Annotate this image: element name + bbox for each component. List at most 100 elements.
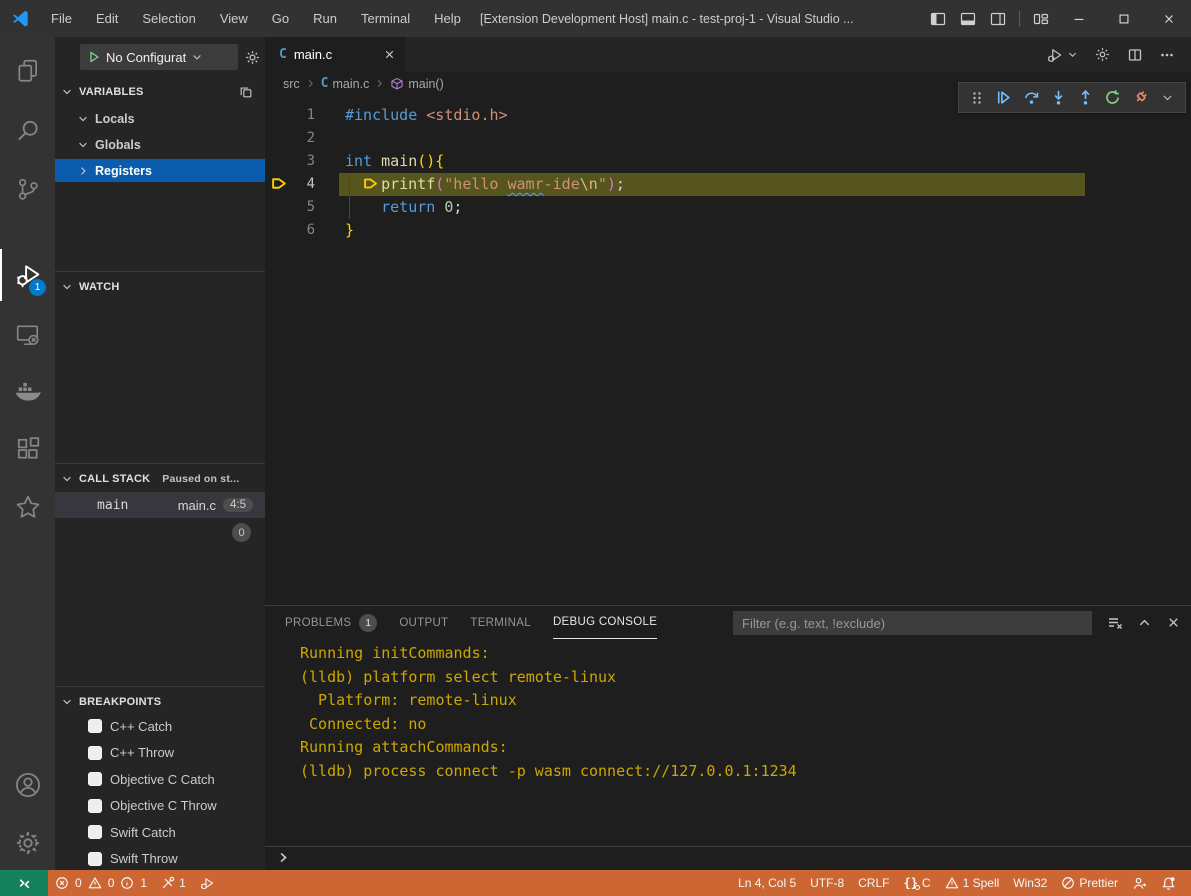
breakpoint-checkbox[interactable] bbox=[88, 799, 102, 813]
settings-gear-icon[interactable] bbox=[0, 817, 55, 869]
variables-group-registers[interactable]: Registers bbox=[55, 159, 265, 182]
tools-status[interactable]: 1 bbox=[154, 870, 193, 896]
maximize-button[interactable] bbox=[1101, 0, 1146, 37]
toggle-sidebar-icon[interactable] bbox=[923, 5, 953, 33]
menu-view[interactable]: View bbox=[211, 7, 257, 30]
menu-edit[interactable]: Edit bbox=[87, 7, 127, 30]
line-number[interactable]: 2 bbox=[265, 127, 315, 150]
breakpoint-row[interactable]: Objective C Catch bbox=[55, 767, 265, 791]
debug-settings-gear-icon[interactable] bbox=[244, 49, 261, 66]
restart-icon[interactable] bbox=[1102, 87, 1124, 109]
breakpoint-row[interactable]: Objective C Throw bbox=[55, 794, 265, 818]
code-line-4[interactable]: 4 printf("hello wamr-ide\n"); bbox=[265, 173, 1191, 196]
variables-section-header[interactable]: VARIABLES bbox=[55, 81, 265, 103]
breadcrumb-file[interactable]: main.c bbox=[333, 77, 370, 91]
notifications-bell-icon[interactable] bbox=[1154, 870, 1183, 896]
search-icon[interactable] bbox=[0, 105, 55, 157]
code-line-6[interactable]: 6} bbox=[265, 219, 1191, 242]
tab-terminal[interactable]: TERMINAL bbox=[470, 606, 531, 639]
code-editor[interactable]: 1#include <stdio.h>23int main(){4 printf… bbox=[265, 95, 1191, 605]
tab-debug-console[interactable]: DEBUG CONSOLE bbox=[553, 606, 657, 639]
cursor-position[interactable]: Ln 4, Col 5 bbox=[731, 870, 803, 896]
debug-status-icon[interactable] bbox=[193, 870, 222, 896]
breakpoint-checkbox[interactable] bbox=[88, 746, 102, 760]
platform-target[interactable]: Win32 bbox=[1006, 870, 1054, 896]
breakpoint-row[interactable]: Swift Throw bbox=[55, 847, 265, 871]
breakpoint-checkbox[interactable] bbox=[88, 719, 102, 733]
stack-frame-row[interactable]: main main.c 4:5 bbox=[55, 492, 265, 518]
toolbar-drag-handle[interactable] bbox=[966, 87, 988, 109]
menu-file[interactable]: File bbox=[42, 7, 81, 30]
tab-close-icon[interactable] bbox=[383, 48, 396, 61]
remote-indicator[interactable] bbox=[0, 870, 48, 896]
chevron-down-icon[interactable] bbox=[1156, 87, 1178, 109]
spell-checker-status[interactable]: 1 Spell bbox=[938, 870, 1007, 896]
breakpoint-row[interactable]: C++ Catch bbox=[55, 714, 265, 738]
menu-help[interactable]: Help bbox=[425, 7, 470, 30]
close-window-button[interactable] bbox=[1146, 0, 1191, 37]
copy-icon[interactable] bbox=[239, 85, 253, 99]
variables-group-globals[interactable]: Globals bbox=[55, 133, 265, 156]
line-number[interactable]: 1 bbox=[265, 104, 315, 127]
step-into-icon[interactable] bbox=[1047, 87, 1069, 109]
problems-status[interactable]: 0 0 1 bbox=[48, 870, 154, 896]
accounts-icon[interactable] bbox=[0, 759, 55, 811]
clear-console-icon[interactable] bbox=[1107, 615, 1123, 631]
menu-selection[interactable]: Selection bbox=[133, 7, 204, 30]
run-or-debug-button[interactable] bbox=[1046, 46, 1078, 64]
toggle-secondary-sidebar-icon[interactable] bbox=[983, 5, 1013, 33]
eol-indicator[interactable]: CRLF bbox=[851, 870, 896, 896]
docker-icon[interactable] bbox=[0, 365, 55, 417]
split-editor-icon[interactable] bbox=[1127, 47, 1143, 63]
disconnect-icon[interactable] bbox=[1129, 87, 1151, 109]
breakpoint-checkbox[interactable] bbox=[88, 852, 102, 866]
breakpoint-row[interactable]: C++ Throw bbox=[55, 741, 265, 765]
watch-section-header[interactable]: WATCH bbox=[55, 271, 265, 298]
step-out-icon[interactable] bbox=[1075, 87, 1097, 109]
remote-explorer-icon[interactable] bbox=[0, 309, 55, 361]
continue-icon[interactable] bbox=[993, 87, 1015, 109]
tab-output[interactable]: OUTPUT bbox=[399, 606, 448, 639]
line-number[interactable]: 5 bbox=[265, 196, 315, 219]
debug-console-input[interactable] bbox=[265, 846, 1191, 868]
line-number[interactable]: 4 bbox=[265, 173, 315, 196]
tab-main-c[interactable]: C main.c bbox=[265, 37, 406, 72]
breakpoints-section-header[interactable]: BREAKPOINTS bbox=[55, 686, 265, 713]
feedback-icon[interactable] bbox=[1125, 870, 1154, 896]
menu-go[interactable]: Go bbox=[263, 7, 298, 30]
formatter-status[interactable]: Prettier bbox=[1054, 870, 1125, 896]
customize-layout-icon[interactable] bbox=[1026, 5, 1056, 33]
tab-problems[interactable]: PROBLEMS 1 bbox=[285, 606, 377, 639]
code-line-2[interactable]: 2 bbox=[265, 127, 1191, 150]
run-and-debug-icon[interactable]: 1 bbox=[0, 249, 55, 301]
console-filter-input[interactable] bbox=[733, 611, 1092, 635]
menu-terminal[interactable]: Terminal bbox=[352, 7, 419, 30]
star-extension-icon[interactable] bbox=[0, 481, 55, 533]
breadcrumb-symbol[interactable]: main() bbox=[408, 77, 443, 91]
maximize-panel-icon[interactable] bbox=[1137, 615, 1152, 630]
variables-group-locals[interactable]: Locals bbox=[55, 107, 265, 130]
code-line-3[interactable]: 3int main(){ bbox=[265, 150, 1191, 173]
language-mode[interactable]: {} C bbox=[896, 870, 937, 896]
breakpoint-checkbox[interactable] bbox=[88, 772, 102, 786]
toggle-panel-icon[interactable] bbox=[953, 5, 983, 33]
gear-icon[interactable] bbox=[1094, 46, 1111, 63]
call-stack-section-header[interactable]: CALL STACK Paused on st... bbox=[55, 463, 265, 490]
line-number[interactable]: 3 bbox=[265, 150, 315, 173]
breadcrumb-folder[interactable]: src bbox=[283, 77, 300, 91]
breakpoint-checkbox[interactable] bbox=[88, 825, 102, 839]
code-line-5[interactable]: 5 return 0; bbox=[265, 196, 1191, 219]
extensions-icon[interactable] bbox=[0, 423, 55, 475]
breakpoint-row[interactable]: Swift Catch bbox=[55, 820, 265, 844]
explorer-icon[interactable] bbox=[0, 45, 55, 97]
menu-run[interactable]: Run bbox=[304, 7, 346, 30]
line-number[interactable]: 6 bbox=[265, 219, 315, 242]
encoding-indicator[interactable]: UTF-8 bbox=[803, 870, 851, 896]
more-actions-icon[interactable] bbox=[1159, 47, 1175, 63]
source-control-icon[interactable] bbox=[0, 163, 55, 215]
minimize-button[interactable] bbox=[1056, 0, 1101, 37]
launch-configuration-dropdown[interactable]: No Configurat bbox=[80, 44, 238, 70]
close-panel-icon[interactable] bbox=[1166, 615, 1181, 630]
step-over-icon[interactable] bbox=[1020, 87, 1042, 109]
info-icon bbox=[120, 876, 134, 890]
